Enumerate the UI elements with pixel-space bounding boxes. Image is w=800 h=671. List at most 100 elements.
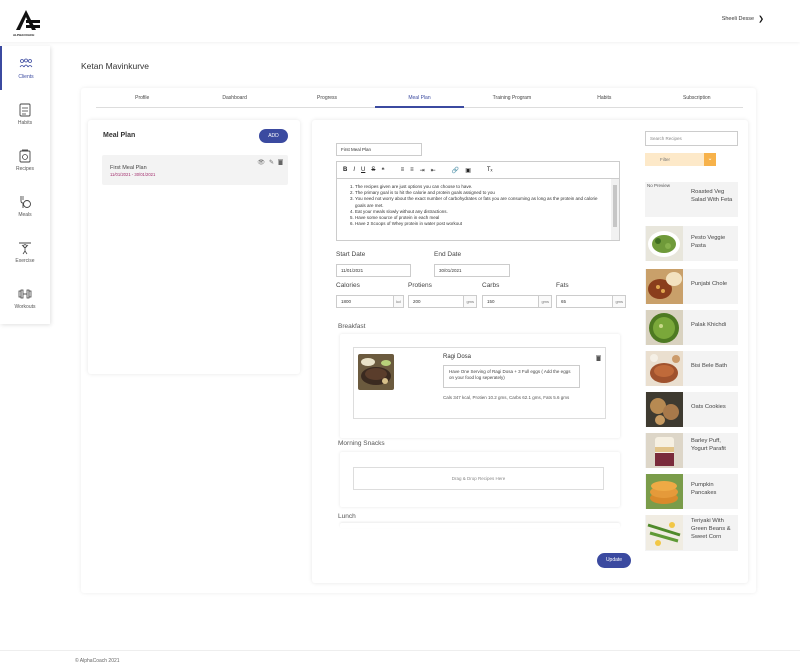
breakfast-label: Breakfast (338, 323, 366, 330)
trash-icon[interactable] (278, 159, 283, 167)
bold-icon[interactable]: B (343, 167, 347, 173)
tab-dashboard[interactable]: Dashboard (188, 92, 280, 107)
notes-body[interactable]: The recipes given are just options you c… (337, 179, 611, 240)
editor-toolbar: B I U S ❝ ≡ ≡ ⇥ ⇤ 🔗 ▣ Tₓ (337, 162, 619, 179)
alphacoach-logo[interactable]: ALPHACOACH (12, 6, 44, 38)
start-date-field[interactable]: 11/01/2021 (336, 264, 411, 277)
italic-icon[interactable]: I (353, 167, 355, 173)
recipe-macros: Cals 347 kcal, Protien 10.2 gms, Carbs 6… (443, 395, 570, 400)
link-icon[interactable]: 🔗 (452, 167, 459, 174)
fats-field[interactable]: 65 gms (556, 295, 626, 308)
client-tabs: Profile Dashboard Progress Meal Plan Tra… (96, 92, 743, 108)
search-recipes-input[interactable]: Search Recipes (645, 131, 738, 146)
sidebar: Clients Habits Recipes Meals Exercise Wo… (0, 46, 50, 324)
recipe-item[interactable]: Bisi Bele Bath (645, 351, 738, 386)
calories-field[interactable]: 1800 kcl (336, 295, 404, 308)
recipe-item[interactable]: No Preview Roasted Veg Salad With Feta (645, 182, 738, 217)
lunch-label: Lunch (338, 513, 356, 520)
clients-icon (19, 57, 33, 71)
outdent-icon[interactable]: ⇤ (431, 167, 436, 174)
meal-plan-item[interactable]: First Meal Plan 11/01/2021 - 30/01/2021 … (102, 155, 288, 185)
recipe-name: Barley Puff, Yogurt Parafit (691, 438, 726, 452)
carbs-value: 150 (487, 299, 495, 304)
tab-subscription[interactable]: Subscription (651, 92, 743, 107)
notes-editor[interactable]: B I U S ❝ ≡ ≡ ⇥ ⇤ 🔗 ▣ Tₓ The recipes giv… (336, 161, 620, 241)
update-button[interactable]: Update (597, 553, 631, 568)
user-name: Sheeli Desse (721, 16, 755, 22)
trash-icon[interactable] (596, 355, 601, 363)
chevron-down-icon[interactable]: ⌄ (704, 153, 716, 166)
recipe-dropzone[interactable]: Drag & Drop Recipes Here (353, 467, 604, 490)
proteins-unit: gms (463, 296, 476, 307)
image-icon[interactable]: ▣ (465, 167, 471, 174)
end-date-field[interactable]: 30/01/2021 (434, 264, 510, 277)
recipe-item[interactable]: Barley Puff, Yogurt Parafit (645, 433, 738, 468)
recipe-thumbnail (646, 392, 683, 427)
footer-divider (0, 650, 800, 651)
tab-training-program[interactable]: Training Program (466, 92, 558, 107)
recipe-thumbnail (646, 433, 683, 468)
recipe-name: Punjabi Chole (691, 281, 728, 287)
dumbbell-icon (18, 287, 32, 301)
recipe-name: Pesto Veggie Pasta (691, 235, 726, 249)
underline-icon[interactable]: U (361, 167, 365, 173)
recipe-name: Palak Khichdi (691, 322, 727, 328)
eye-icon[interactable]: 👁 (257, 159, 265, 167)
scrollbar-thumb[interactable] (613, 185, 617, 227)
recipe-item[interactable]: Oats Cookies (645, 392, 738, 427)
quote-icon[interactable]: ❝ (381, 167, 384, 174)
notes-scrollbar[interactable] (611, 179, 619, 240)
sidebar-item-workouts[interactable]: Workouts (0, 276, 50, 320)
tab-progress[interactable]: Progress (281, 92, 373, 107)
recipe-note-field[interactable]: Have One Serving of Ragi Dosa + 3 Full e… (443, 365, 580, 388)
calories-unit: kcl (393, 296, 403, 307)
meal-plan-dates: 11/01/2021 - 30/01/2021 (110, 172, 156, 177)
page-title: Ketan Mavinkurve (81, 61, 150, 71)
bullet-list-icon[interactable]: ≡ (410, 167, 414, 173)
proteins-field[interactable]: 200 gms (408, 295, 477, 308)
carbs-label: Carbs (482, 282, 500, 289)
ordered-list-icon[interactable]: ≡ (401, 167, 405, 173)
add-meal-plan-button[interactable]: ADD (259, 129, 288, 143)
recipe-item[interactable]: Palak Khichdi (645, 310, 738, 345)
recipe-item[interactable]: Pesto Veggie Pasta (645, 226, 738, 261)
notes-list: The recipes given are just options you c… (345, 184, 605, 227)
carbs-field[interactable]: 150 gms (482, 295, 552, 308)
sidebar-item-recipes[interactable]: Recipes (0, 138, 50, 182)
sidebar-item-clients[interactable]: Clients (0, 46, 50, 90)
sidebar-item-meals[interactable]: Meals (0, 184, 50, 228)
no-preview-text: No Preview (647, 183, 671, 188)
proteins-value: 200 (413, 299, 421, 304)
tab-habits[interactable]: Habits (558, 92, 650, 107)
fats-unit: gms (612, 296, 625, 307)
tab-profile[interactable]: Profile (96, 92, 188, 107)
pencil-icon[interactable]: ✎ (269, 159, 274, 167)
top-bar: ALPHACOACH Sheeli Desse ❯ (0, 0, 800, 42)
clear-format-icon[interactable]: Tₓ (487, 167, 493, 173)
indent-icon[interactable]: ⇥ (420, 167, 425, 174)
recipe-name: Oats Cookies (691, 404, 726, 410)
recipe-item[interactable]: Pumpkin Pancakes (645, 474, 738, 509)
recipe-thumbnail (646, 226, 683, 261)
sidebar-item-label: Recipes (15, 165, 35, 172)
fats-label: Fats (556, 282, 569, 289)
recipe-title: Ragi Dosa (443, 354, 472, 360)
breakfast-recipe-card[interactable]: Ragi Dosa Have One Serving of Ragi Dosa … (353, 347, 606, 419)
recipe-thumbnail (646, 310, 683, 345)
recipe-item[interactable]: Punjabi Chole (645, 269, 738, 304)
strikethrough-icon[interactable]: S (371, 167, 375, 173)
recipe-thumbnail (646, 515, 683, 550)
carbs-unit: gms (538, 296, 551, 307)
tab-meal-plan[interactable]: Meal Plan (373, 92, 465, 108)
filter-dropdown[interactable]: Filter ⌄ (645, 153, 716, 166)
sidebar-item-label: Clients (18, 73, 34, 80)
recipes-icon (18, 149, 32, 163)
sidebar-item-exercise[interactable]: Exercise (0, 230, 50, 274)
chevron-down-icon: ❯ (758, 16, 764, 23)
logo-text: ALPHACOACH (13, 33, 34, 37)
fats-value: 65 (561, 299, 567, 304)
user-menu[interactable]: Sheeli Desse ❯ (722, 15, 764, 23)
plan-name-input[interactable]: First Meal Plan (336, 143, 422, 156)
sidebar-item-habits[interactable]: Habits (0, 92, 50, 136)
recipe-item[interactable]: Teriyaki With Green Beans & Sweet Corn (645, 515, 738, 551)
